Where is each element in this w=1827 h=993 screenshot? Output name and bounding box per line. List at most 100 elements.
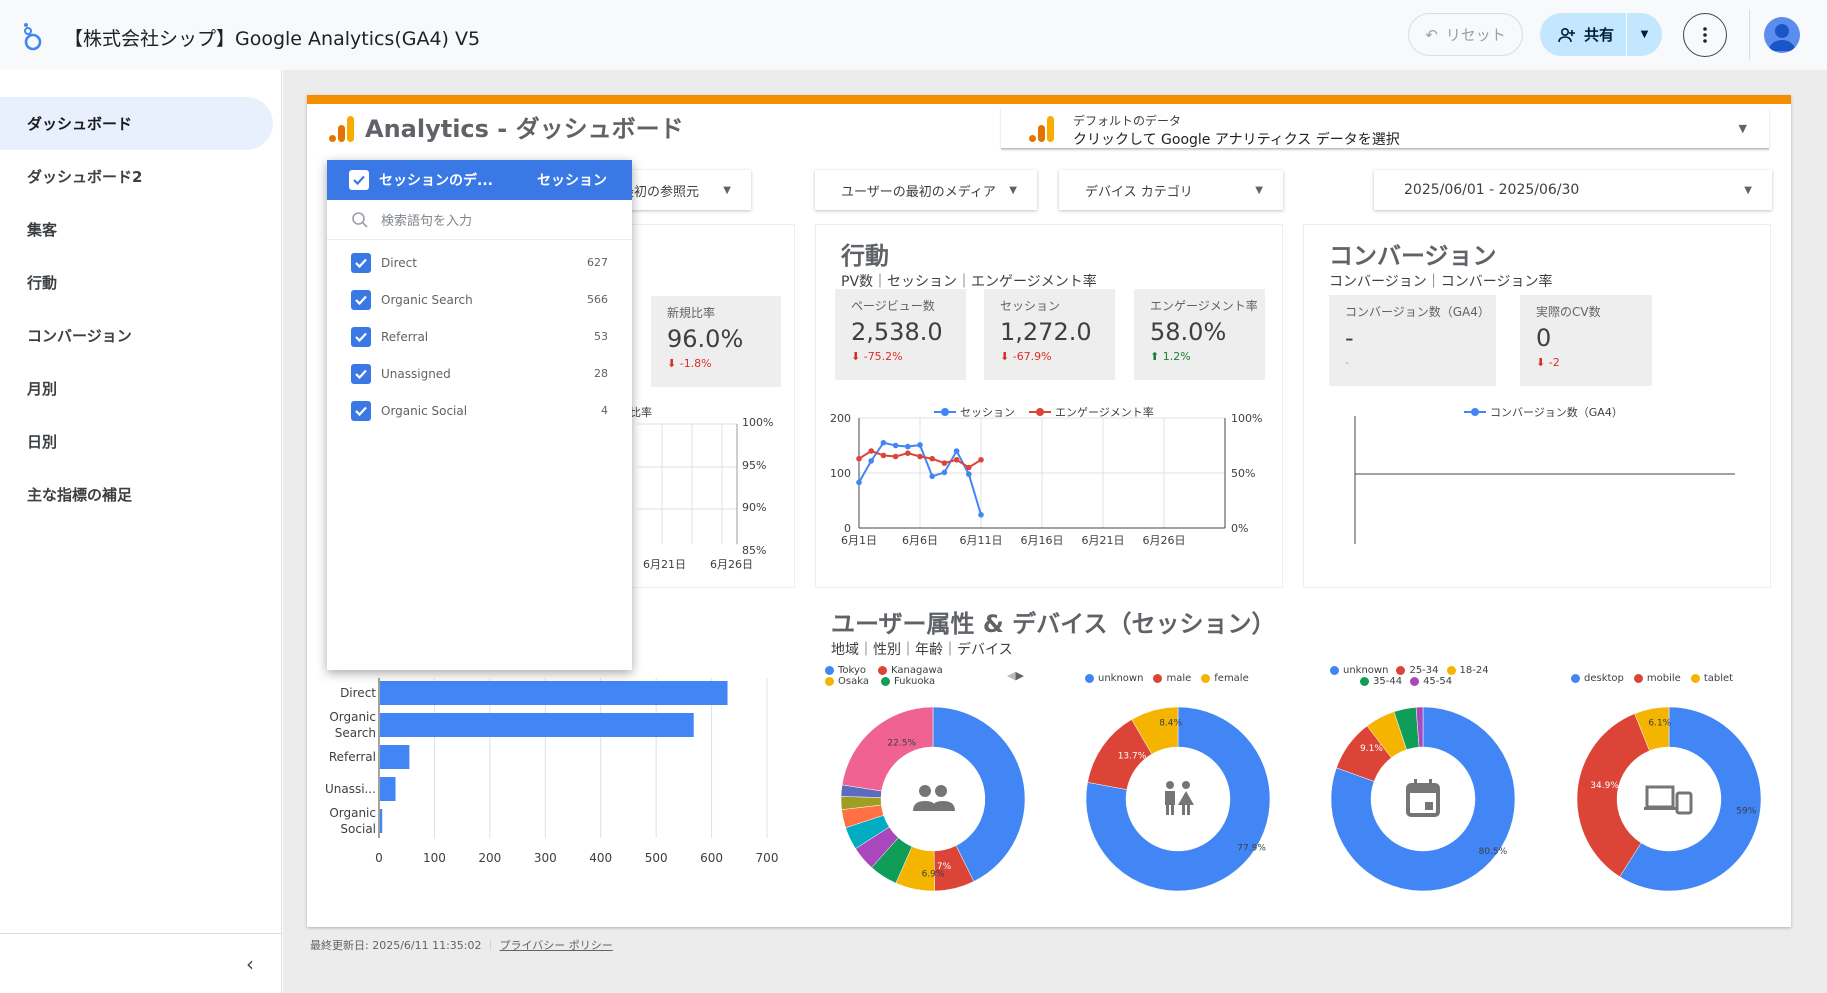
data-point	[892, 453, 899, 460]
slice-label: 6.9%	[922, 869, 945, 879]
check-icon	[355, 258, 367, 268]
option-count: 28	[594, 367, 608, 380]
data-point	[917, 453, 923, 460]
data-point	[905, 450, 911, 456]
arrow-down-icon: ⬇	[667, 357, 680, 370]
caret-down-icon: ▼	[1738, 122, 1747, 135]
share-dropdown-button[interactable]: ▼	[1627, 29, 1662, 40]
slice-label: 8.4%	[1159, 718, 1182, 728]
next-arrow-icon[interactable]: ▶	[1015, 669, 1023, 682]
data-point	[978, 457, 984, 463]
kpi-label: コンバージョン数（GA4）	[1345, 305, 1490, 319]
caret-down-icon: ▼	[723, 184, 731, 196]
kpi-card: セッション 1,272.0 ⬇ -67.9%	[984, 289, 1115, 380]
region-legend: Tokyo Kanagawa Osaka Fukuoka	[825, 665, 943, 687]
check-icon	[355, 295, 367, 305]
slice-label: 77.9%	[1237, 844, 1266, 854]
data-source-selector[interactable]: デフォルトのデータ クリックして Google アナリティクス データを選択 ▼	[1001, 107, 1769, 149]
data-point	[929, 473, 935, 480]
caret-down-icon: ▼	[1009, 184, 1017, 196]
collapse-sidebar-button[interactable]: ‹	[0, 933, 282, 993]
data-point	[929, 455, 935, 462]
undo-icon: ↶	[1425, 25, 1438, 44]
axis-tick: 6月21日	[643, 558, 686, 571]
kpi-value: 58.0%	[1150, 318, 1227, 346]
data-point	[905, 443, 911, 450]
dropdown-option[interactable]: Referral 53	[327, 318, 632, 355]
legend-pager[interactable]: ◀▶	[1007, 669, 1024, 682]
option-checkbox[interactable]	[351, 400, 371, 421]
gender-legend: unknown male female	[1085, 673, 1249, 684]
kpi-delta: -	[1345, 356, 1349, 369]
data-point	[892, 442, 899, 449]
slice-label: 34.9%	[1590, 781, 1619, 791]
filter-label: ユーザーの最初のメディア	[841, 184, 996, 200]
select-all-checkbox[interactable]	[349, 170, 369, 190]
last-updated: 最終更新日: 2025/6/11 11:35:02	[310, 939, 482, 952]
dropdown-option[interactable]: Unassigned 28	[327, 355, 632, 392]
kpi-card: ページビュー数 2,538.0 ⬇ -75.2%	[835, 289, 966, 380]
top-bar: 【株式会社シップ】Google Analytics(GA4) V5 ↶ リセット…	[0, 0, 1827, 70]
kpi-label: 新規比率	[667, 306, 716, 320]
x-tick-label: 6月11日	[960, 534, 1003, 547]
sidebar-item[interactable]: 主な指標の補足	[0, 468, 273, 521]
dropdown-option[interactable]: Organic Search 566	[327, 281, 632, 318]
kpi-value: 2,538.0	[851, 318, 943, 346]
sidebar-item[interactable]: 月別	[0, 362, 273, 415]
add-person-icon	[1558, 27, 1575, 42]
kpi-delta: ⬇ -67.9%	[1000, 350, 1052, 363]
filter-first-medium[interactable]: ユーザーの最初のメディア ▼	[815, 170, 1037, 210]
sidebar-item[interactable]: ダッシュボード	[0, 97, 273, 150]
y2-tick-label: 0%	[1231, 522, 1248, 535]
slice-label: 6.1%	[1648, 718, 1671, 728]
calendar-icon	[1406, 779, 1440, 817]
share-main-button[interactable]: 共有	[1540, 13, 1626, 56]
section-title: 行動	[841, 242, 889, 270]
option-checkbox[interactable]	[351, 289, 371, 310]
option-label: Organic Social	[381, 403, 468, 418]
data-point	[856, 455, 862, 462]
x-tick-label: 6月16日	[1021, 534, 1064, 547]
data-source-label: デフォルトのデータ	[1073, 114, 1182, 128]
more-vert-icon	[1703, 27, 1707, 43]
y-tick-label: 200	[830, 414, 851, 425]
option-checkbox[interactable]	[351, 363, 371, 384]
kpi-delta: ⬇ -75.2%	[851, 350, 903, 363]
sidebar-item[interactable]: ダッシュボード2	[0, 150, 273, 203]
analytics-logo-icon	[329, 116, 354, 142]
report-title[interactable]: 【株式会社シップ】Google Analytics(GA4) V5	[64, 24, 480, 51]
check-icon	[355, 369, 367, 379]
data-point	[880, 452, 887, 459]
option-label: Referral	[381, 329, 429, 344]
dropdown-search[interactable]: 検索語句を入力	[327, 200, 632, 240]
sidebar-item[interactable]: コンバージョン	[0, 309, 273, 362]
looker-studio-logo-icon[interactable]	[20, 22, 42, 52]
y2-tick-label: 100%	[1231, 414, 1262, 425]
dropdown-option[interactable]: Direct 627	[327, 244, 632, 281]
sidebar-item[interactable]: 行動	[0, 256, 273, 309]
share-button[interactable]: 共有 ▼	[1540, 13, 1662, 56]
dropdown-option[interactable]: Organic Social 4	[327, 392, 632, 429]
dropdown-header[interactable]: セッションのデ... セッション	[327, 160, 632, 200]
x-tick-label: 6月21日	[1082, 534, 1125, 547]
avatar[interactable]	[1764, 17, 1800, 53]
sidebar-item[interactable]: 集客	[0, 203, 273, 256]
wc-icon	[1165, 781, 1194, 815]
filter-device-category[interactable]: デバイス カテゴリ ▼	[1059, 170, 1283, 210]
device-legend: desktop mobile tablet	[1571, 673, 1733, 684]
data-point	[966, 464, 972, 471]
sidebar-item[interactable]: 日別	[0, 415, 273, 468]
reset-button[interactable]: ↶ リセット	[1408, 13, 1523, 56]
kpi-delta: ⬇ -2	[1536, 356, 1560, 369]
option-label: Unassigned	[381, 366, 451, 381]
more-options-button[interactable]	[1683, 13, 1727, 57]
section-subtitle: コンバージョン｜コンバージョン率	[1329, 274, 1553, 290]
account-icon	[1768, 24, 1796, 51]
date-range-picker[interactable]: 2025/06/01 - 2025/06/30 ▼	[1374, 170, 1772, 210]
option-checkbox[interactable]	[351, 252, 371, 273]
privacy-policy-link[interactable]: プライバシー ポリシー	[500, 939, 613, 952]
slice-label: 80.5%	[1479, 847, 1508, 857]
option-checkbox[interactable]	[351, 326, 371, 347]
data-point	[941, 469, 948, 476]
kpi-card: エンゲージメント率 58.0% ⬆ 1.2%	[1134, 289, 1265, 380]
